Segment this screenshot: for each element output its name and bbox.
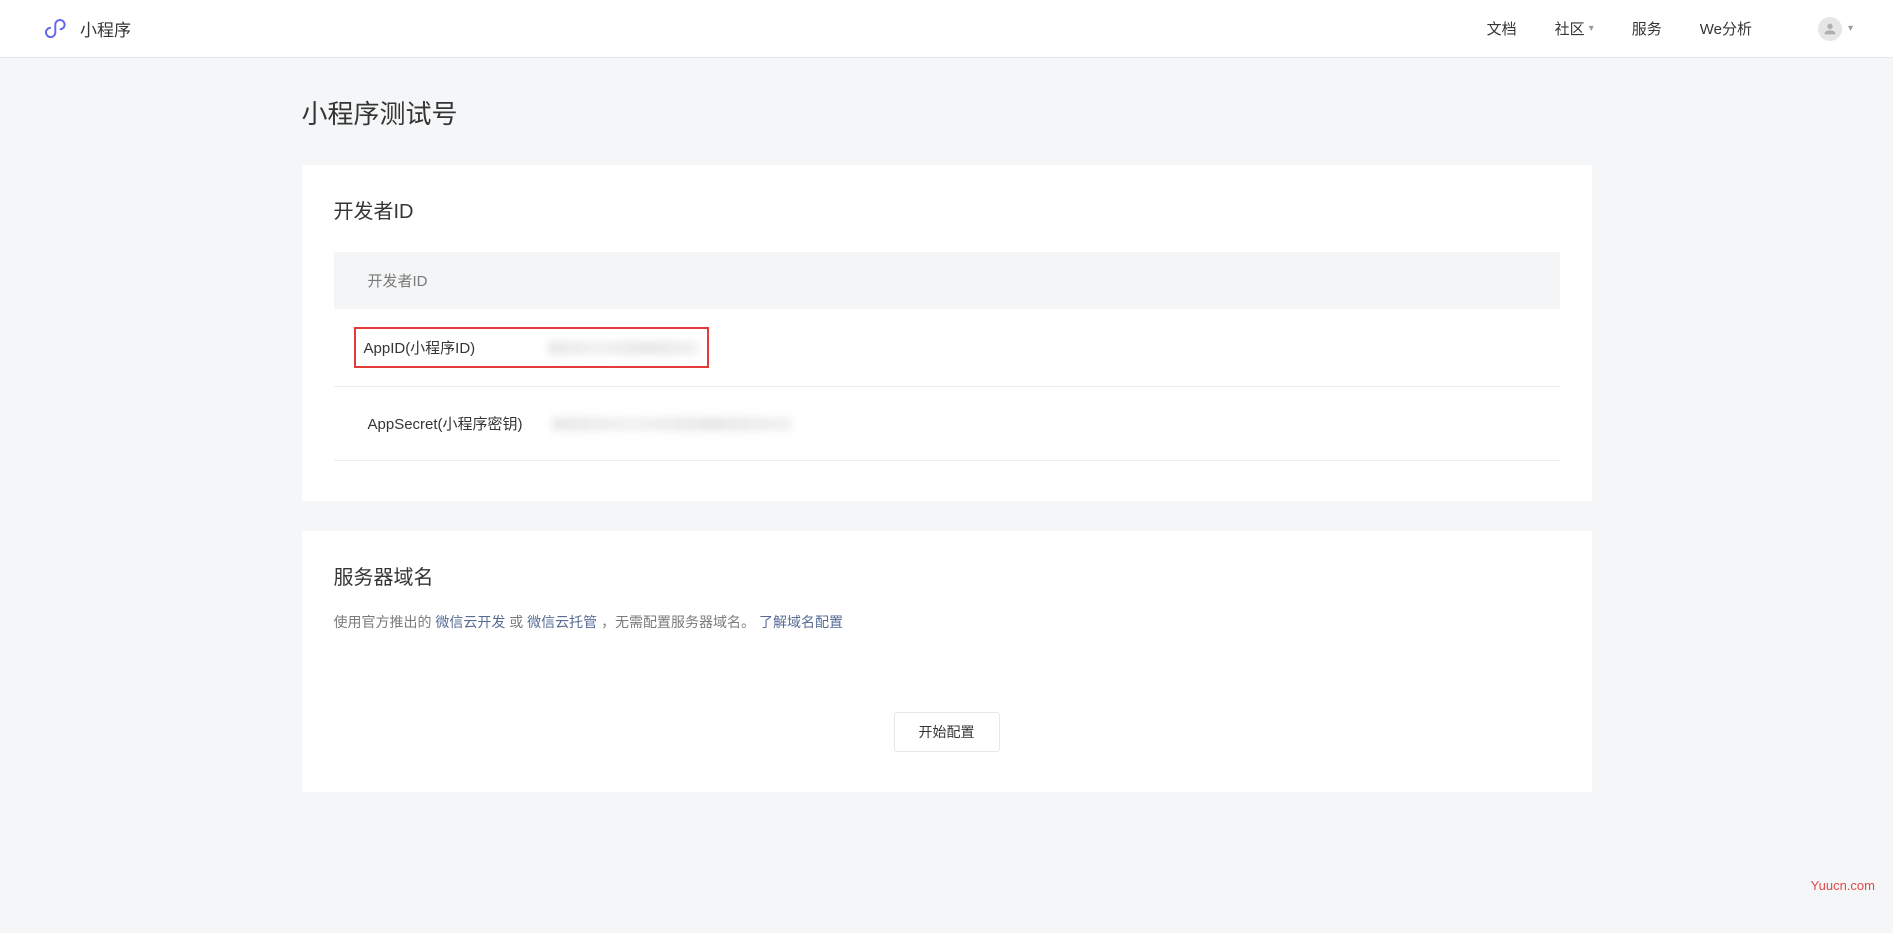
config-button-wrap: 开始配置 [334,712,1560,752]
server-domain-card: 服务器域名 使用官方推出的 微信云开发 或 微信云托管 ，无需配置服务器域名。 … [302,531,1592,792]
top-nav: 文档 社区 ▾ 服务 We分析 ▾ [1487,17,1853,41]
link-cloud-dev[interactable]: 微信云开发 [435,614,505,630]
appsecret-value-redacted [552,417,792,431]
appid-highlight-box: AppID(小程序ID) [354,327,709,368]
link-learn-domain[interactable]: 了解域名配置 [759,614,843,630]
page-title: 小程序测试号 [302,58,1592,165]
appsecret-row: AppSecret(小程序密钥) [334,387,1560,461]
desc-prefix: 使用官方推出的 [334,614,436,630]
nav-community-label: 社区 [1555,18,1585,39]
start-config-button[interactable]: 开始配置 [894,712,1000,752]
appid-row: AppID(小程序ID) [334,309,1560,387]
user-menu[interactable]: ▾ [1818,17,1853,41]
main-container: 小程序测试号 开发者ID 开发者ID AppID(小程序ID) AppSecre… [302,58,1592,862]
mini-program-logo-icon [42,15,70,43]
desc-or: 或 [509,614,527,630]
server-domain-heading: 服务器域名 [334,561,1560,590]
developer-id-heading: 开发者ID [334,195,1560,224]
watermark-text: Yuucn.com [1811,878,1875,893]
developer-id-subheader: 开发者ID [334,252,1560,309]
desc-mid: ，无需配置服务器域名。 [601,614,755,630]
appid-value-redacted [548,341,698,355]
chevron-down-icon: ▾ [1848,23,1853,34]
chevron-down-icon: ▾ [1589,23,1594,34]
nav-docs[interactable]: 文档 [1487,18,1517,39]
header-left: 小程序 [42,15,131,43]
avatar-icon [1818,17,1842,41]
link-cloud-host[interactable]: 微信云托管 [527,614,597,630]
nav-weanalysis[interactable]: We分析 [1700,18,1752,39]
appid-label: AppID(小程序ID) [364,337,532,358]
logo-text: 小程序 [80,16,131,41]
nav-service[interactable]: 服务 [1632,18,1662,39]
developer-id-card: 开发者ID 开发者ID AppID(小程序ID) AppSecret(小程序密钥… [302,165,1592,501]
header-bar: 小程序 文档 社区 ▾ 服务 We分析 ▾ [0,0,1893,58]
nav-community[interactable]: 社区 ▾ [1555,18,1594,39]
appsecret-label: AppSecret(小程序密钥) [368,413,536,434]
server-domain-desc: 使用官方推出的 微信云开发 或 微信云托管 ，无需配置服务器域名。 了解域名配置 [334,612,1560,632]
